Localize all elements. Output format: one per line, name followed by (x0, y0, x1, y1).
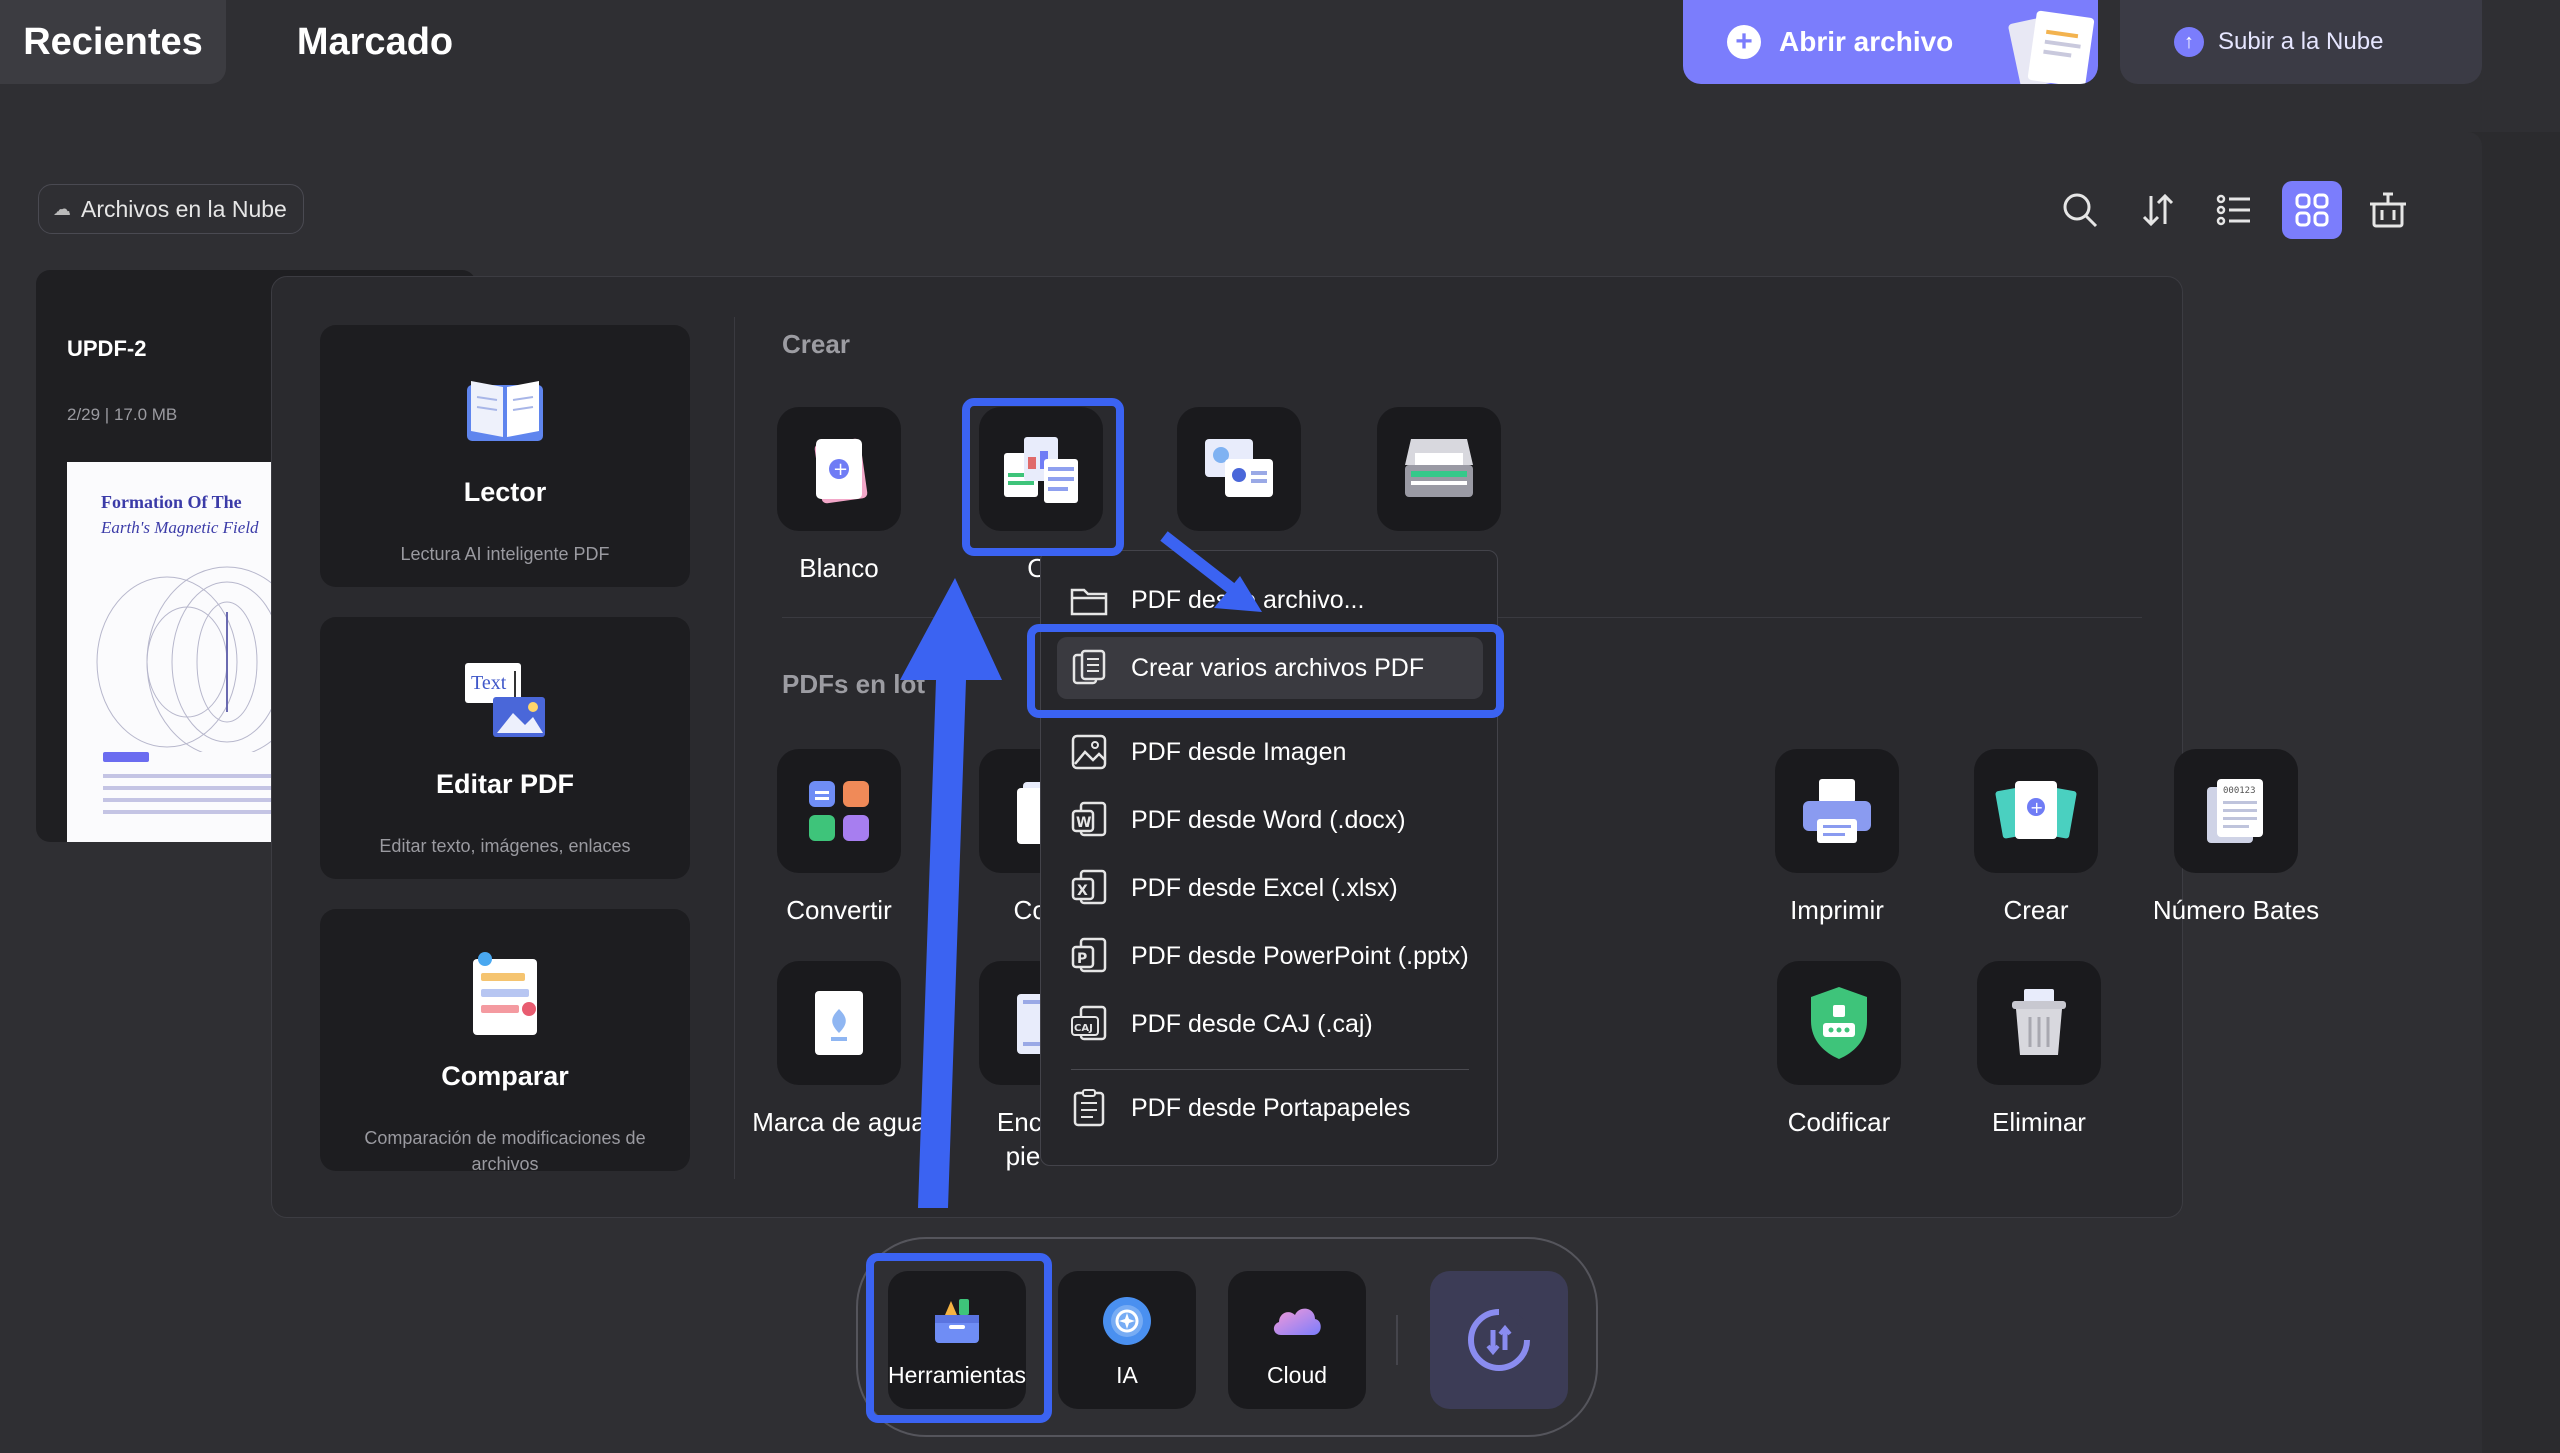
diagonal-arrow-icon (1160, 531, 1240, 597)
up-arrow-icon (900, 578, 1002, 1208)
tutorial-arrows (900, 531, 1262, 1208)
